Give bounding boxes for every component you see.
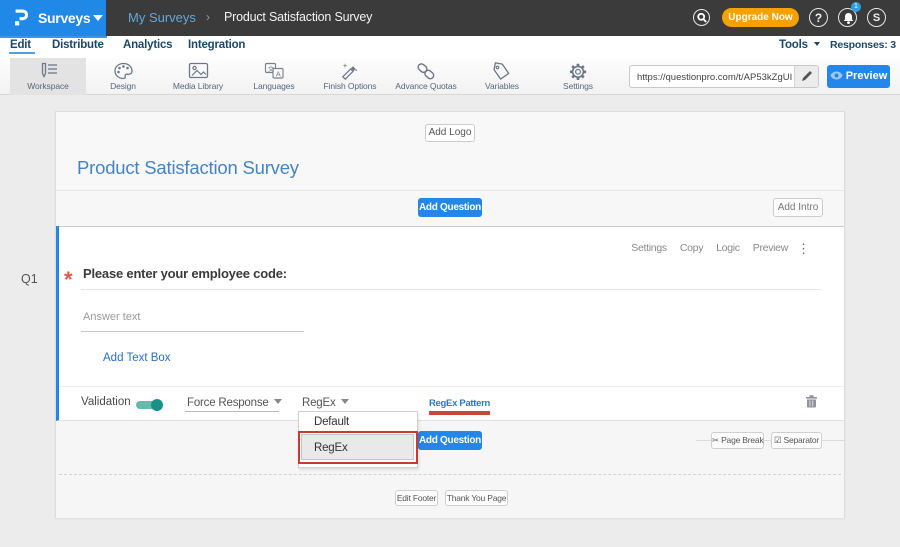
svg-text:文: 文 [268, 64, 275, 73]
svg-text:A: A [276, 70, 281, 79]
